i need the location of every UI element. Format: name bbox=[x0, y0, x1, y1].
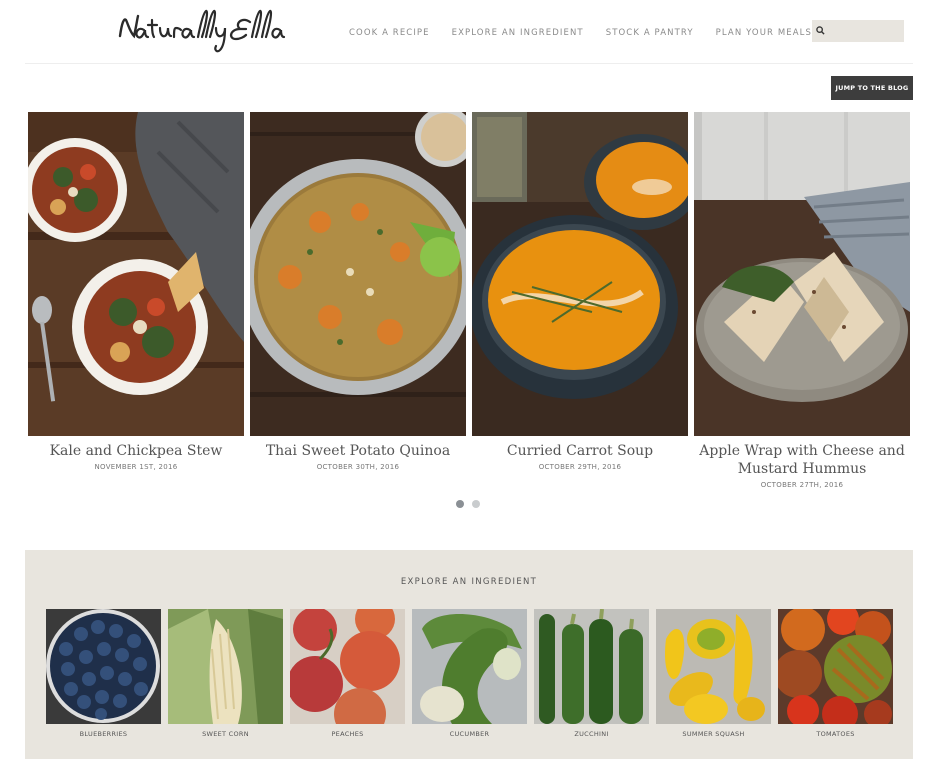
recipe-card[interactable]: Apple Wrap with Cheese and Mustard Hummu… bbox=[694, 112, 910, 489]
slider-dot-1[interactable] bbox=[456, 500, 464, 508]
ingredient-photo[interactable] bbox=[534, 609, 649, 724]
search-input[interactable] bbox=[829, 22, 899, 40]
recipe-date: OCTOBER 30TH, 2016 bbox=[316, 463, 400, 471]
recipe-photo[interactable] bbox=[694, 112, 910, 436]
ingredient-photo[interactable] bbox=[778, 609, 893, 724]
ingredient-photo[interactable] bbox=[412, 609, 527, 724]
ingredient-item-cucumber[interactable]: CUCUMBER bbox=[412, 609, 527, 738]
search-icon[interactable] bbox=[816, 22, 825, 40]
explore-ingredient-section: EXPLORE AN INGREDIENT BLUEBERRIES SWEET … bbox=[25, 550, 913, 759]
ingredient-label[interactable]: SWEET CORN bbox=[168, 730, 283, 738]
logo-script bbox=[118, 9, 286, 53]
ingredient-list: BLUEBERRIES SWEET CORN PEACHES CUCUMBER … bbox=[46, 609, 900, 738]
recipe-date: NOVEMBER 1ST, 2016 bbox=[94, 463, 178, 471]
ingredient-item-peaches[interactable]: PEACHES bbox=[290, 609, 405, 738]
main-nav: COOK A RECIPE EXPLORE AN INGREDIENT STOC… bbox=[349, 27, 834, 39]
ingredient-photo[interactable] bbox=[290, 609, 405, 724]
recipe-date: OCTOBER 29TH, 2016 bbox=[538, 463, 622, 471]
nav-explore-an-ingredient[interactable]: EXPLORE AN INGREDIENT bbox=[452, 27, 584, 39]
recipe-photo[interactable] bbox=[250, 112, 466, 436]
ingredient-item-zucchini[interactable]: ZUCCHINI bbox=[534, 609, 649, 738]
recipe-slider: Kale and Chickpea Stew NOVEMBER 1ST, 201… bbox=[28, 112, 916, 489]
recipe-date: OCTOBER 27TH, 2016 bbox=[760, 481, 844, 489]
ingredient-photo[interactable] bbox=[46, 609, 161, 724]
jump-to-blog-button[interactable]: JUMP TO THE BLOG bbox=[831, 76, 913, 100]
ingredient-label[interactable]: CUCUMBER bbox=[412, 730, 527, 738]
ingredient-photo[interactable] bbox=[168, 609, 283, 724]
search-box[interactable] bbox=[812, 20, 904, 42]
nav-plan-your-meals[interactable]: PLAN YOUR MEALS bbox=[716, 27, 812, 39]
ingredient-label[interactable]: BLUEBERRIES bbox=[46, 730, 161, 738]
ingredient-label[interactable]: ZUCCHINI bbox=[534, 730, 649, 738]
ingredient-label[interactable]: TOMATOES bbox=[778, 730, 893, 738]
ingredient-item-blueberries[interactable]: BLUEBERRIES bbox=[46, 609, 161, 738]
nav-stock-a-pantry[interactable]: STOCK A PANTRY bbox=[606, 27, 694, 39]
slider-dot-2[interactable] bbox=[472, 500, 480, 508]
recipe-photo[interactable] bbox=[472, 112, 688, 436]
recipe-title[interactable]: Apple Wrap with Cheese and Mustard Hummu… bbox=[694, 442, 910, 478]
recipe-title[interactable]: Curried Carrot Soup bbox=[472, 442, 688, 460]
ingredient-label[interactable]: SUMMER SQUASH bbox=[656, 730, 771, 738]
ingredient-label[interactable]: PEACHES bbox=[290, 730, 405, 738]
ingredient-item-summer-squash[interactable]: SUMMER SQUASH bbox=[656, 609, 771, 738]
slider-pagination bbox=[456, 500, 480, 508]
section-heading: EXPLORE AN INGREDIENT bbox=[400, 577, 538, 587]
nav-cook-a-recipe[interactable]: COOK A RECIPE bbox=[349, 27, 430, 39]
recipe-photo[interactable] bbox=[28, 112, 244, 436]
recipe-card[interactable]: Thai Sweet Potato Quinoa OCTOBER 30TH, 2… bbox=[250, 112, 466, 489]
header-divider bbox=[25, 63, 913, 64]
ingredient-item-tomatoes[interactable]: TOMATOES bbox=[778, 609, 893, 738]
recipe-card[interactable]: Kale and Chickpea Stew NOVEMBER 1ST, 201… bbox=[28, 112, 244, 489]
ingredient-item-sweet-corn[interactable]: SWEET CORN bbox=[168, 609, 283, 738]
recipe-title[interactable]: Thai Sweet Potato Quinoa bbox=[250, 442, 466, 460]
recipe-title[interactable]: Kale and Chickpea Stew bbox=[28, 442, 244, 460]
recipe-card[interactable]: Curried Carrot Soup OCTOBER 29TH, 2016 bbox=[472, 112, 688, 489]
ingredient-photo[interactable] bbox=[656, 609, 771, 724]
site-logo[interactable] bbox=[116, 6, 306, 58]
